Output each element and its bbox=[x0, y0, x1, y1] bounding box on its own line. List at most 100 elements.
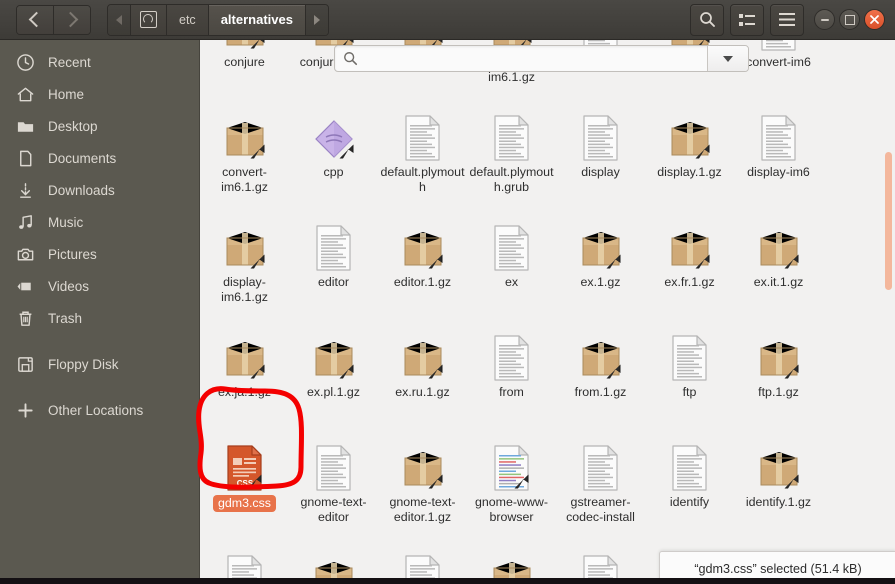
music-note-icon bbox=[10, 213, 40, 232]
file-icon bbox=[579, 331, 623, 381]
file-item[interactable]: ex.ja.1.gz bbox=[200, 327, 289, 437]
file-icon bbox=[493, 111, 531, 161]
symlink-arrow-icon bbox=[339, 144, 353, 159]
text-document-icon bbox=[315, 225, 353, 271]
sidebar-item-home[interactable]: Home bbox=[0, 78, 199, 110]
breadcrumb-scroll-right[interactable] bbox=[305, 4, 328, 35]
view-options-button[interactable] bbox=[730, 3, 764, 36]
text-document-icon bbox=[493, 225, 531, 271]
file-grid-view[interactable]: conjureconjure.1.gzconjure-im6conjure-im… bbox=[200, 40, 895, 584]
chevron-down-icon bbox=[723, 55, 733, 62]
file-item[interactable]: display-im6 bbox=[734, 107, 823, 217]
sidebar-item-music[interactable]: Music bbox=[0, 206, 199, 238]
file-item[interactable]: gstreamer-codec-install bbox=[556, 437, 645, 547]
search-dropdown-button[interactable] bbox=[707, 46, 748, 71]
file-name-label: default.plymouth bbox=[380, 165, 465, 194]
sidebar-item-downloads[interactable]: Downloads bbox=[0, 174, 199, 206]
file-item[interactable]: display.1.gz bbox=[645, 107, 734, 217]
file-icon bbox=[582, 441, 620, 491]
file-item[interactable]: ex.1.gz bbox=[556, 217, 645, 327]
file-item[interactable]: ex.ru.1.gz bbox=[378, 327, 467, 437]
search-box[interactable] bbox=[334, 45, 749, 72]
file-name-label: display-im6 bbox=[747, 165, 810, 179]
close-button[interactable] bbox=[864, 9, 885, 30]
download-icon bbox=[10, 181, 40, 200]
package-archive-icon bbox=[757, 337, 801, 381]
sidebar-item-recent[interactable]: Recent bbox=[0, 46, 199, 78]
package-archive-icon bbox=[401, 337, 445, 381]
file-icon bbox=[315, 441, 353, 491]
header-tools bbox=[690, 3, 804, 36]
file-icon: CSS bbox=[226, 441, 264, 491]
breadcrumb-item-root[interactable] bbox=[131, 4, 167, 35]
navigation-buttons bbox=[16, 4, 91, 35]
file-item[interactable]: CSS gdm3.css bbox=[200, 437, 289, 547]
text-document-icon bbox=[582, 445, 620, 491]
file-item[interactable]: default.plymouth.grub bbox=[467, 107, 556, 217]
sidebar-item-pictures[interactable]: Pictures bbox=[0, 238, 199, 270]
file-item[interactable]: identify bbox=[645, 437, 734, 547]
file-icon bbox=[401, 441, 445, 491]
file-icon bbox=[401, 221, 445, 271]
file-item[interactable]: gnome-text-editor bbox=[289, 437, 378, 547]
file-item[interactable]: cpp bbox=[289, 107, 378, 217]
file-icon bbox=[493, 331, 531, 381]
file-item[interactable]: ftp bbox=[645, 327, 734, 437]
file-item[interactable]: ex bbox=[467, 217, 556, 327]
symlink-arrow-icon bbox=[695, 254, 709, 269]
sidebar-item-floppy-disk[interactable]: Floppy Disk bbox=[0, 348, 199, 380]
file-item[interactable]: ex.fr.1.gz bbox=[645, 217, 734, 327]
text-document-icon bbox=[493, 335, 531, 381]
menu-button[interactable] bbox=[770, 3, 804, 36]
sidebar-item-desktop[interactable]: Desktop bbox=[0, 110, 199, 142]
sidebar-item-label: Downloads bbox=[48, 182, 115, 198]
file-item[interactable]: ex.pl.1.gz bbox=[289, 327, 378, 437]
breadcrumb-scroll-left[interactable] bbox=[108, 4, 131, 35]
file-item[interactable]: editor.1.gz bbox=[378, 217, 467, 327]
file-item[interactable]: from bbox=[467, 327, 556, 437]
sidebar-item-documents[interactable]: Documents bbox=[0, 142, 199, 174]
file-name-label: identify.1.gz bbox=[745, 495, 812, 509]
breadcrumb-item-etc[interactable]: etc bbox=[167, 4, 209, 35]
package-archive-icon bbox=[757, 227, 801, 271]
chevron-left-icon bbox=[28, 11, 45, 28]
file-item[interactable]: default.plymouth bbox=[378, 107, 467, 217]
search-button[interactable] bbox=[690, 3, 724, 36]
sidebar-item-trash[interactable]: Trash bbox=[0, 302, 199, 334]
breadcrumb-item-alternatives[interactable]: alternatives bbox=[208, 4, 306, 35]
scrollbar-thumb[interactable] bbox=[885, 152, 892, 290]
back-button[interactable] bbox=[17, 5, 53, 34]
file-item[interactable]: conjure bbox=[200, 40, 289, 107]
file-item[interactable]: convert-im6.1.gz bbox=[200, 107, 289, 217]
file-row: display-im6.1.gz editor editor.1.gz ex ex.1.… bbox=[200, 217, 895, 327]
minimize-button[interactable] bbox=[814, 9, 835, 30]
file-item[interactable]: identify.1.gz bbox=[734, 437, 823, 547]
symlink-arrow-icon bbox=[250, 40, 264, 49]
file-item[interactable]: gnome-text-editor.1.gz bbox=[378, 437, 467, 547]
search-input[interactable] bbox=[358, 46, 707, 71]
file-item[interactable]: display bbox=[556, 107, 645, 217]
sidebar-item-other-locations[interactable]: Other Locations bbox=[0, 394, 199, 426]
text-document-icon bbox=[760, 40, 798, 51]
file-item[interactable]: gnome-www-browser bbox=[467, 437, 556, 547]
video-camera-icon bbox=[10, 277, 40, 296]
file-icon bbox=[223, 331, 267, 381]
maximize-button[interactable] bbox=[839, 9, 860, 30]
vertical-scrollbar[interactable] bbox=[882, 40, 895, 584]
file-icon bbox=[757, 331, 801, 381]
symlink-arrow-icon bbox=[784, 254, 798, 269]
sidebar-item-label: Other Locations bbox=[48, 402, 144, 418]
file-item[interactable]: ftp.1.gz bbox=[734, 327, 823, 437]
package-archive-icon bbox=[579, 227, 623, 271]
file-name-label: editor bbox=[318, 275, 349, 289]
forward-button[interactable] bbox=[53, 5, 90, 34]
list-view-icon bbox=[739, 13, 755, 26]
sidebar-item-videos[interactable]: Videos bbox=[0, 270, 199, 302]
file-item[interactable]: from.1.gz bbox=[556, 327, 645, 437]
file-item[interactable]: editor bbox=[289, 217, 378, 327]
file-item[interactable]: ex.it.1.gz bbox=[734, 217, 823, 327]
file-item[interactable]: display-im6.1.gz bbox=[200, 217, 289, 327]
breadcrumb: etc alternatives bbox=[107, 3, 329, 36]
clock-icon bbox=[10, 53, 40, 72]
text-document-icon bbox=[671, 335, 709, 381]
